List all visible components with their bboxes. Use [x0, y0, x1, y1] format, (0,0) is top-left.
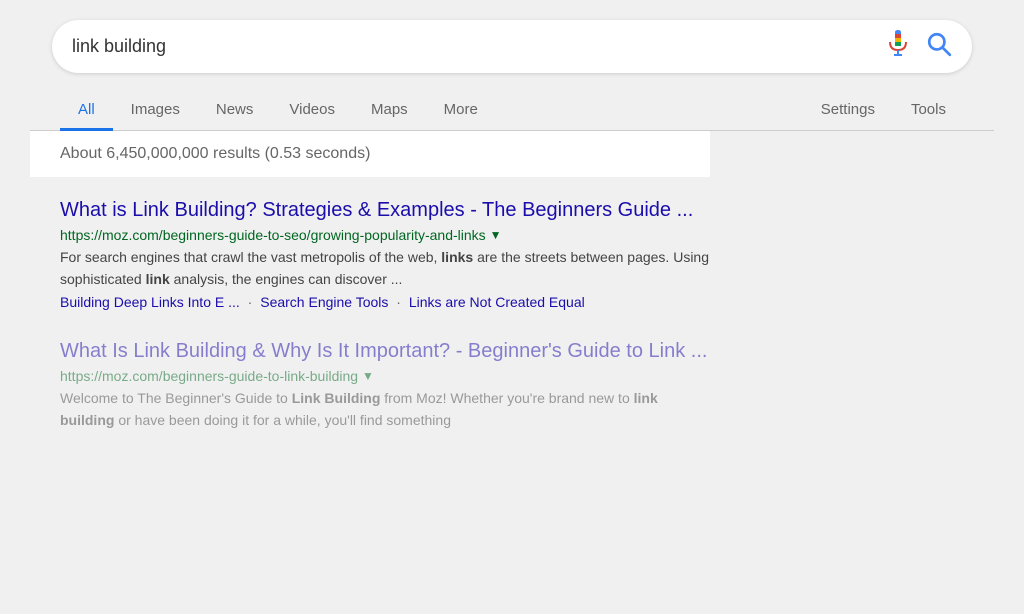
- breadcrumb-separator: ·: [396, 294, 405, 310]
- tab-videos[interactable]: Videos: [271, 91, 353, 131]
- tab-settings[interactable]: Settings: [803, 91, 893, 131]
- url-dropdown-arrow[interactable]: ▼: [490, 228, 502, 242]
- search-button[interactable]: [926, 31, 952, 62]
- tab-all[interactable]: All: [60, 91, 113, 131]
- breadcrumb-item[interactable]: Links are Not Created Equal: [409, 294, 585, 310]
- nav-right: Settings Tools: [803, 91, 964, 130]
- results-count-bar: About 6,450,000,000 results (0.53 second…: [30, 131, 710, 177]
- breadcrumb-item[interactable]: Search Engine Tools: [260, 294, 388, 310]
- search-bar: [52, 20, 972, 73]
- result-url-line: https://moz.com/beginners-guide-to-seo/g…: [60, 227, 964, 243]
- results-area: What is Link Building? Strategies & Exam…: [30, 177, 994, 432]
- result-snippet: For search engines that crawl the vast m…: [60, 247, 710, 290]
- tab-news[interactable]: News: [198, 91, 272, 131]
- result-snippet: Welcome to The Beginner's Guide to Link …: [60, 388, 710, 431]
- tab-maps[interactable]: Maps: [353, 91, 426, 131]
- url-dropdown-arrow[interactable]: ▼: [362, 369, 374, 383]
- tab-more[interactable]: More: [426, 91, 496, 131]
- nav-left: All Images News Videos Maps More: [60, 91, 803, 130]
- tab-tools[interactable]: Tools: [893, 91, 964, 131]
- breadcrumb-item[interactable]: Building Deep Links Into E ...: [60, 294, 240, 310]
- result-breadcrumbs: Building Deep Links Into E ... · Search …: [60, 294, 964, 310]
- result-url: https://moz.com/beginners-guide-to-seo/g…: [60, 227, 486, 243]
- results-count: About 6,450,000,000 results (0.53 second…: [60, 145, 370, 162]
- nav-tabs: All Images News Videos Maps More Setting…: [30, 91, 994, 131]
- mic-icon[interactable]: [886, 30, 910, 63]
- result-url-line: https://moz.com/beginners-guide-to-link-…: [60, 368, 964, 384]
- search-input[interactable]: [72, 36, 886, 57]
- breadcrumb-separator: ·: [248, 294, 257, 310]
- result-item: What is Link Building? Strategies & Exam…: [60, 197, 964, 310]
- result-title[interactable]: What Is Link Building & Why Is It Import…: [60, 338, 964, 364]
- result-url: https://moz.com/beginners-guide-to-link-…: [60, 368, 358, 384]
- tab-images[interactable]: Images: [113, 91, 198, 131]
- result-title[interactable]: What is Link Building? Strategies & Exam…: [60, 197, 964, 223]
- result-item: What Is Link Building & Why Is It Import…: [60, 338, 964, 431]
- search-icons: [886, 30, 952, 63]
